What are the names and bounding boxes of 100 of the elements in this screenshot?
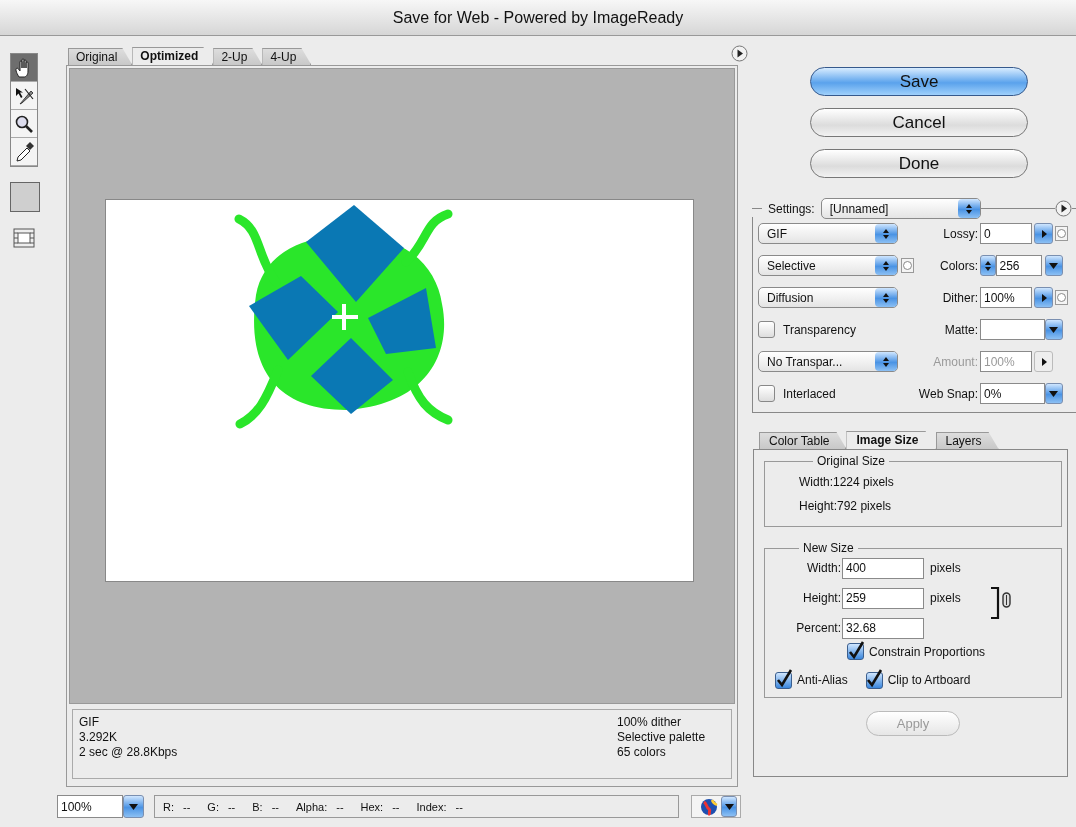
- setting-label: Colors:: [939, 258, 978, 273]
- menu-button[interactable]: [1045, 319, 1063, 340]
- right-triangle-icon: [1039, 357, 1048, 366]
- checkbox[interactable]: [865, 671, 883, 689]
- readout-value: --: [271, 800, 279, 813]
- checkbox[interactable]: [758, 321, 775, 338]
- menu-arrow-button[interactable]: [1055, 200, 1072, 217]
- value-field[interactable]: [980, 319, 1046, 340]
- setting-popup[interactable]: Selective: [758, 255, 898, 276]
- color-swatch[interactable]: [10, 182, 40, 212]
- preview-tab[interactable]: 4-Up: [262, 48, 312, 65]
- tool-button[interactable]: [11, 82, 37, 110]
- checkbox-label: Constrain Proportions: [869, 644, 986, 659]
- size-text: Width:1224 pixels: [799, 474, 895, 491]
- checkbox-label: Interlaced: [783, 386, 836, 401]
- info-text: GIF: [79, 715, 100, 730]
- globe-icon: [700, 797, 718, 816]
- checkbox[interactable]: [758, 385, 775, 402]
- group-title: New Size: [802, 541, 855, 555]
- dialog-button[interactable]: Save: [810, 67, 1028, 96]
- value-field[interactable]: 0: [980, 223, 1032, 244]
- settings-label: Settings:: [768, 201, 815, 216]
- setting-popup[interactable]: Diffusion: [758, 287, 898, 308]
- size-field[interactable]: 32.68: [842, 617, 924, 639]
- dialog-button[interactable]: Done: [810, 149, 1028, 178]
- mask-button[interactable]: [1055, 290, 1068, 305]
- value-field[interactable]: 100%: [980, 287, 1032, 308]
- readout-label: Index:: [416, 800, 447, 813]
- up-down-arrows-icon: [983, 259, 992, 272]
- tool-button[interactable]: [11, 54, 37, 82]
- arrow-button[interactable]: [1034, 223, 1053, 244]
- readout-label: Hex:: [360, 800, 384, 813]
- zoom-field[interactable]: 100%: [57, 795, 123, 818]
- browser-preview-button[interactable]: [691, 795, 741, 818]
- checkbox-label: Anti-Alias: [797, 673, 848, 687]
- unit-label: pixels: [930, 591, 961, 605]
- size-field[interactable]: 259: [842, 587, 924, 609]
- checkbox[interactable]: [775, 671, 792, 689]
- setting-label: Lossy:: [942, 226, 978, 241]
- up-down-arrows-icon: [882, 355, 890, 368]
- setting-label: Matte:: [943, 322, 978, 337]
- right-triangle-icon: [1039, 229, 1048, 238]
- up-down-arrows-icon: [882, 227, 890, 240]
- down-triangle-icon: [1049, 261, 1059, 270]
- mask-button[interactable]: [1055, 226, 1068, 241]
- down-triangle-icon: [1049, 325, 1059, 334]
- readout-value: --: [336, 800, 344, 813]
- setting-label: Dither:: [941, 290, 978, 305]
- preview-tab[interactable]: 2-Up: [213, 48, 263, 65]
- tool-button[interactable]: [11, 138, 37, 166]
- value-field[interactable]: 256: [995, 255, 1043, 276]
- menu-button[interactable]: [1045, 255, 1063, 276]
- info-text: 65 colors: [617, 745, 667, 760]
- readout-value: --: [455, 800, 463, 813]
- zoom-menu-button[interactable]: [123, 795, 144, 818]
- window-title: Save for Web - Powered by ImageReady: [392, 8, 684, 27]
- group-title: Original Size: [816, 454, 887, 468]
- size-field[interactable]: 400: [842, 557, 924, 579]
- dialog-button[interactable]: Cancel: [810, 108, 1028, 137]
- panel-tab[interactable]: Image Size: [846, 431, 936, 449]
- setting-popup[interactable]: No Transpar...: [758, 351, 898, 372]
- tool-button[interactable]: [11, 110, 37, 138]
- preview-toggle-icon[interactable]: [13, 228, 35, 248]
- checkbox[interactable]: [847, 643, 864, 660]
- readout-value: --: [392, 800, 400, 813]
- readout-label: Alpha:: [296, 800, 328, 813]
- checkbox-label: Transparency: [783, 322, 856, 337]
- preset-popup[interactable]: [Unnamed]: [820, 198, 981, 219]
- up-down-arrows-icon: [882, 291, 890, 304]
- right-triangle-icon: [1039, 293, 1048, 302]
- panel-tab[interactable]: Color Table: [759, 432, 847, 449]
- info-text: 2 sec @ 28.8Kbps: [79, 745, 178, 760]
- arrow-button[interactable]: [1034, 287, 1053, 308]
- eyedropper-icon: [13, 140, 35, 163]
- readout-value: --: [227, 800, 236, 813]
- setting-label: Web Snap:: [918, 386, 978, 401]
- info-text: Selective palette: [617, 730, 707, 745]
- down-triangle-icon: [1049, 389, 1059, 398]
- size-label: Width:: [806, 561, 841, 575]
- stepper-button[interactable]: [980, 255, 996, 276]
- readout-label: R:: [163, 800, 174, 813]
- size-label: Percent:: [795, 621, 841, 635]
- setting-label: Amount:: [932, 354, 978, 369]
- info-text: 3.292K: [79, 730, 119, 745]
- readout-label: B:: [252, 800, 263, 813]
- size-text: Height:792 pixels: [799, 498, 893, 515]
- preview-tab[interactable]: Original: [68, 48, 133, 65]
- menu-arrow-button[interactable]: [731, 45, 748, 62]
- down-triangle-icon: [129, 802, 138, 811]
- preview-tab[interactable]: Optimized: [132, 47, 214, 65]
- mask-button[interactable]: [901, 258, 914, 273]
- up-down-arrows-icon: [882, 259, 890, 272]
- panel-tab[interactable]: Layers: [935, 432, 999, 449]
- down-triangle-icon: [724, 802, 734, 811]
- info-text: 100% dither: [617, 715, 683, 730]
- setting-popup[interactable]: GIF: [758, 223, 898, 244]
- unit-label: pixels: [930, 561, 961, 575]
- menu-button[interactable]: [1045, 383, 1063, 404]
- checkbox-label: Clip to Artboard: [887, 673, 971, 687]
- value-field[interactable]: 0%: [980, 383, 1046, 404]
